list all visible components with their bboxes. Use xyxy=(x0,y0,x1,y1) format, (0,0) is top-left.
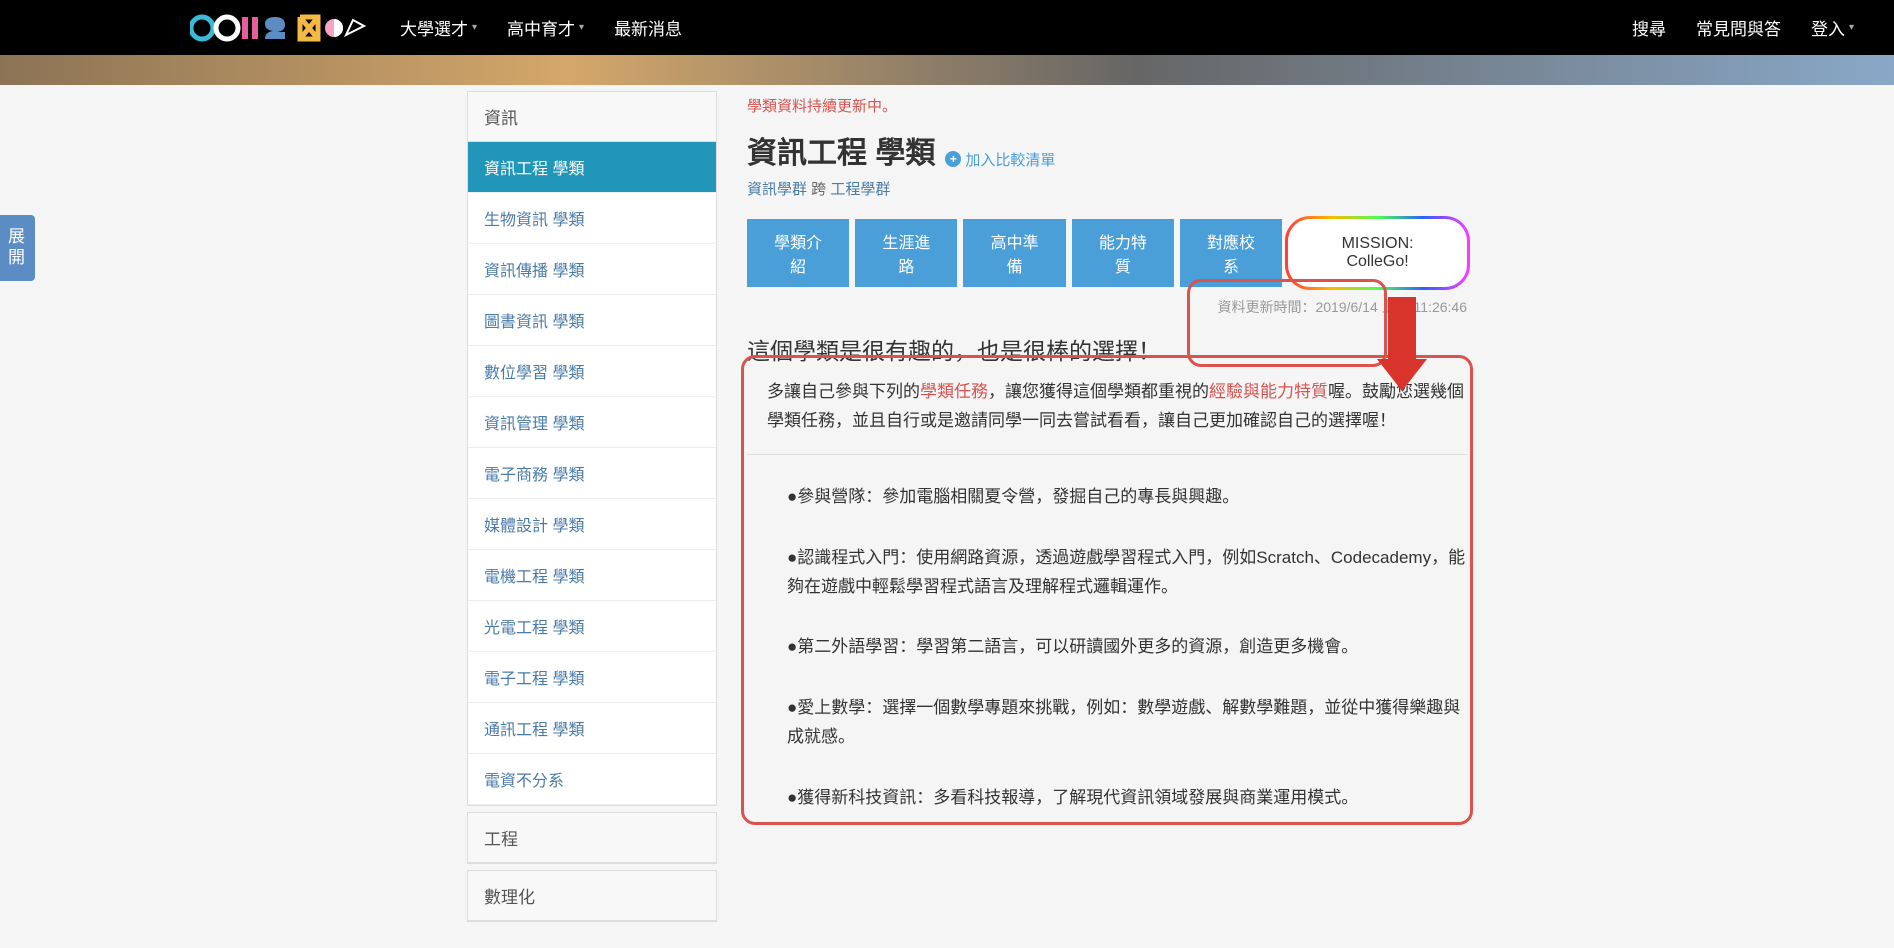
breadcrumb-link-1[interactable]: 資訊學群 xyxy=(747,181,807,198)
banner-image xyxy=(0,55,1894,85)
sidebar-item[interactable]: 電資不分系 xyxy=(468,754,716,805)
sidebar-group-title[interactable]: 資訊 xyxy=(468,92,716,142)
nav-right-item-2[interactable]: 登入 xyxy=(1811,15,1854,40)
sidebar-item[interactable]: 數位學習 學類 xyxy=(468,346,716,397)
mission-list: ●參與營隊：參加電腦相關夏令營，發掘自己的專長與興趣。 ●認識程式入門：使用網路資… xyxy=(747,483,1467,813)
divider xyxy=(747,454,1467,455)
tab-4[interactable]: 對應校系 xyxy=(1180,219,1282,287)
sidebar-item[interactable]: 電機工程 學類 xyxy=(468,550,716,601)
nav-right-item-0[interactable]: 搜尋 xyxy=(1632,15,1666,40)
sidebar: 資訊資訊工程 學類生物資訊 學類資訊傳播 學類圖書資訊 學類數位學習 學類資訊管… xyxy=(467,91,717,928)
mission-item: ●愛上數學：選擇一個數學專題來挑戰，例如：數學遊戲、解數學難題，並從中獲得樂趣與… xyxy=(787,694,1467,752)
breadcrumb: 資訊學群 跨 工程學群 xyxy=(747,178,1467,199)
sidebar-item[interactable]: 資訊工程 學類 xyxy=(468,142,716,193)
mission-item: ●認識程式入門：使用網路資源，透過遊戲學習程式入門，例如Scratch、Code… xyxy=(787,544,1467,602)
expand-tab[interactable]: 展開 xyxy=(0,215,35,281)
content-subtitle: 多讓自己參與下列的學類任務，讓您獲得這個學類都重視的經驗與能力特質喔。鼓勵您選幾… xyxy=(747,378,1467,436)
tab-3[interactable]: 能力特質 xyxy=(1072,219,1174,287)
sidebar-group: 數理化 xyxy=(467,870,717,922)
site-logo[interactable] xyxy=(190,12,370,44)
nav-item-2[interactable]: 最新消息 xyxy=(614,15,682,40)
sidebar-item[interactable]: 通訊工程 學類 xyxy=(468,703,716,754)
header-bar: 大學選才 高中育才 最新消息 搜尋 常見問與答 登入 xyxy=(0,0,1894,55)
highlight-mission: 學類任務 xyxy=(920,382,988,401)
sidebar-item[interactable]: 資訊傳播 學類 xyxy=(468,244,716,295)
tab-0[interactable]: 學類介紹 xyxy=(747,219,849,287)
sidebar-item[interactable]: 光電工程 學類 xyxy=(468,601,716,652)
mission-item: ●獲得新科技資訊：多看科技報導，了解現代資訊領域發展與商業運用模式。 xyxy=(787,784,1467,813)
sidebar-item[interactable]: 電子商務 學類 xyxy=(468,448,716,499)
title-row: 資訊工程 學類 加入比較清單 xyxy=(747,128,1467,172)
nav-right-item-1[interactable]: 常見問與答 xyxy=(1696,15,1781,40)
update-time: 資料更新時間：2019/6/14 上午 11:26:46 xyxy=(747,297,1467,317)
mission-item: ●參與營隊：參加電腦相關夏令營，發掘自己的專長與興趣。 xyxy=(787,483,1467,512)
nav-main: 大學選才 高中育才 最新消息 xyxy=(400,15,1632,40)
sidebar-item[interactable]: 圖書資訊 學類 xyxy=(468,295,716,346)
nav-item-1[interactable]: 高中育才 xyxy=(507,15,584,40)
tab-2[interactable]: 高中準備 xyxy=(963,219,1065,287)
page-title: 資訊工程 學類 xyxy=(747,128,935,172)
tab-mission[interactable]: MISSION: ColleGo! xyxy=(1288,219,1467,287)
sidebar-item[interactable]: 生物資訊 學類 xyxy=(468,193,716,244)
sidebar-group: 工程 xyxy=(467,812,717,864)
nav-right: 搜尋 常見問與答 登入 xyxy=(1632,15,1854,40)
sidebar-item[interactable]: 資訊管理 學類 xyxy=(468,397,716,448)
main-content: 學類資料持續更新中。 資訊工程 學類 加入比較清單 資訊學群 跨 工程學群 學類… xyxy=(747,85,1467,928)
tab-1[interactable]: 生涯進路 xyxy=(855,219,957,287)
add-compare-button[interactable]: 加入比較清單 xyxy=(945,149,1055,170)
highlight-ability: 經驗與能力特質 xyxy=(1209,382,1328,401)
nav-item-0[interactable]: 大學選才 xyxy=(400,15,477,40)
update-notice: 學類資料持續更新中。 xyxy=(747,95,1467,116)
mission-item: ●第二外語學習：學習第二語言，可以研讀國外更多的資源，創造更多機會。 xyxy=(787,633,1467,662)
breadcrumb-link-2[interactable]: 工程學群 xyxy=(830,181,890,198)
annotation-arrow-icon xyxy=(1377,297,1427,402)
tabs: 學類介紹生涯進路高中準備能力特質對應校系MISSION: ColleGo! xyxy=(747,219,1467,287)
sidebar-item[interactable]: 媒體設計 學類 xyxy=(468,499,716,550)
sidebar-item[interactable]: 電子工程 學類 xyxy=(468,652,716,703)
sidebar-group: 資訊資訊工程 學類生物資訊 學類資訊傳播 學類圖書資訊 學類數位學習 學類資訊管… xyxy=(467,91,717,806)
sidebar-group-title[interactable]: 工程 xyxy=(468,813,716,863)
content-title: 這個學類是很有趣的，也是很棒的選擇！ xyxy=(747,332,1467,366)
sidebar-group-title[interactable]: 數理化 xyxy=(468,871,716,921)
